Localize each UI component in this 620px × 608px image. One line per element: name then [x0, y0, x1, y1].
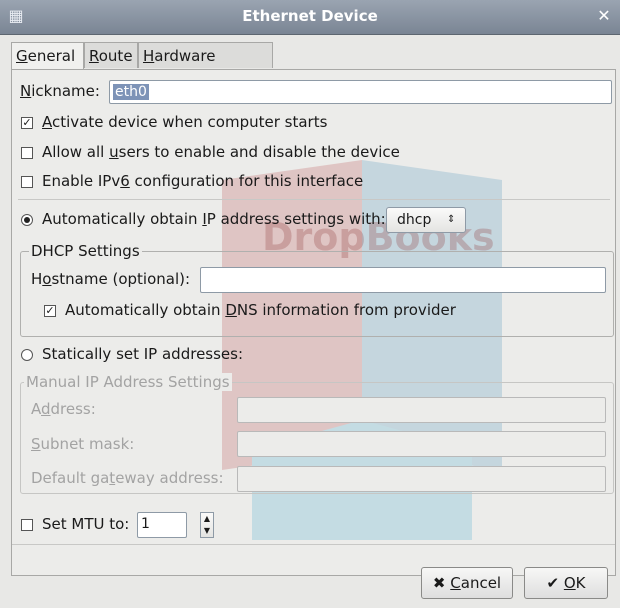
protocol-select[interactable]: dhcp ⇕	[386, 207, 466, 233]
separator	[12, 544, 615, 545]
title-bar: ▦ Ethernet Device ✕	[0, 0, 620, 35]
nickname-label: Nickname:	[20, 82, 100, 100]
cancel-icon: ✖	[432, 574, 446, 592]
static-ip-label: Statically set IP addresses:	[42, 345, 244, 363]
dhcp-frame-title: DHCP Settings	[29, 242, 142, 260]
gateway-label: Default gateway address:	[31, 469, 224, 487]
allow-users-label: Allow all users to enable and disable th…	[42, 143, 400, 161]
auto-ip-label: Automatically obtain IP address settings…	[42, 210, 386, 228]
ipv6-checkbox[interactable]	[21, 176, 33, 188]
static-ip-radio[interactable]	[21, 349, 33, 361]
subnet-field[interactable]	[237, 431, 606, 457]
hostname-field[interactable]	[200, 267, 606, 293]
ipv6-label: Enable IPv6 configuration for this inter…	[42, 172, 364, 190]
close-icon[interactable]: ✕	[594, 6, 614, 26]
address-label: Address:	[31, 400, 96, 418]
tab-hardware-device[interactable]: Hardware Device	[138, 42, 273, 91]
activate-checkbox[interactable]: ✓	[21, 117, 33, 129]
subnet-label: Subnet mask:	[31, 435, 135, 453]
dns-label: Automatically obtain DNS information fro…	[65, 301, 456, 319]
allow-users-checkbox[interactable]	[21, 147, 33, 159]
tab-route[interactable]: Route	[84, 42, 138, 68]
mtu-field[interactable]: 1	[137, 512, 187, 538]
dns-checkbox[interactable]: ✓	[44, 305, 56, 317]
mtu-label: Set MTU to:	[42, 515, 130, 533]
mtu-spinner[interactable]: ▲ ▼	[200, 512, 214, 538]
mtu-checkbox[interactable]	[21, 519, 33, 531]
window-title: Ethernet Device	[242, 7, 378, 25]
activate-label: Activate device when computer starts	[42, 113, 328, 131]
ok-button[interactable]: ✔ OK	[524, 567, 608, 599]
gateway-field[interactable]	[237, 466, 606, 492]
auto-ip-radio[interactable]	[21, 214, 33, 226]
updown-icon: ⇕	[447, 214, 456, 225]
separator	[18, 199, 610, 200]
general-panel: DropBooks Nickname: eth0 ✓ Activate devi…	[11, 69, 616, 576]
nickname-field[interactable]: eth0	[109, 80, 612, 104]
address-field[interactable]	[237, 397, 606, 423]
hostname-label: Hostname (optional):	[31, 270, 191, 288]
cancel-button[interactable]: ✖ Cancel	[421, 567, 513, 599]
manual-frame-title: Manual IP Address Settings	[24, 373, 232, 391]
ok-icon: ✔	[546, 574, 560, 592]
dhcp-frame	[20, 251, 614, 337]
tab-general[interactable]: General	[11, 42, 84, 70]
